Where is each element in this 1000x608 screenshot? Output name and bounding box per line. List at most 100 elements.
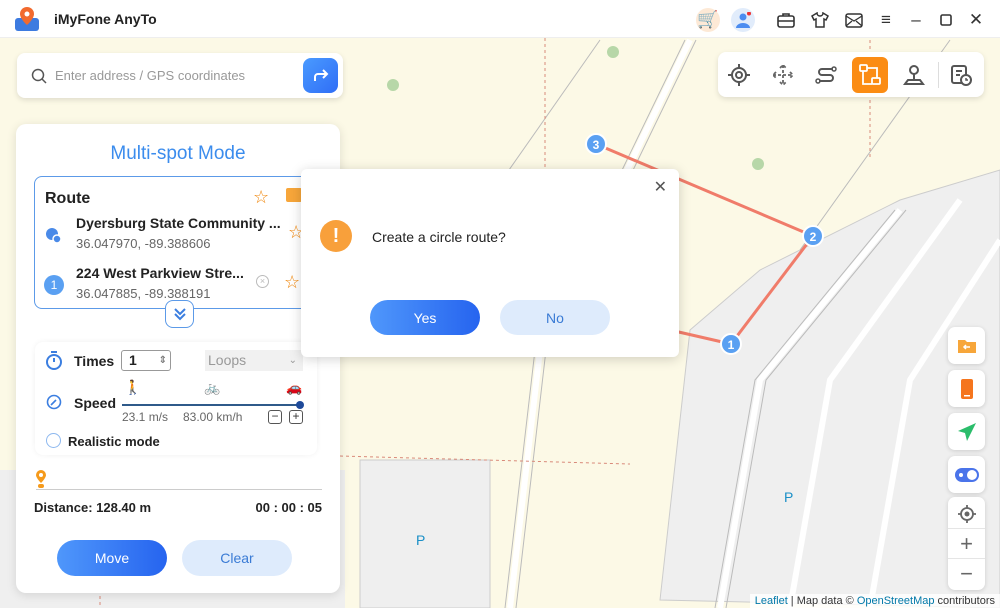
route-marker-2[interactable]: 2 [802, 225, 824, 247]
teleport-mode-button[interactable] [721, 57, 757, 93]
svg-text:3: 3 [593, 138, 600, 152]
speed-decrease-button[interactable]: − [268, 410, 282, 424]
menu-icon[interactable]: ≡ [874, 8, 898, 32]
phone-icon [960, 378, 973, 399]
cart-icon[interactable]: 🛒 [696, 8, 720, 32]
route-point-coords: 36.047970, -89.388606 [76, 236, 211, 251]
route-list: Route ☆ Dyersburg State Community ... 36… [34, 176, 324, 309]
attribution-text: contributors [934, 595, 995, 607]
realistic-mode-label: Realistic mode [68, 434, 160, 449]
route-marker-3[interactable]: 3 [585, 133, 607, 155]
loops-value: Loops [208, 352, 247, 368]
route-point-coords: 36.047885, -89.388191 [76, 286, 211, 301]
maximize-icon[interactable] [934, 8, 958, 32]
import-gpx-button[interactable] [948, 327, 985, 364]
two-spot-mode-button[interactable] [808, 57, 844, 93]
crosshair-icon [728, 64, 750, 86]
osm-link[interactable]: OpenStreetMap [857, 595, 935, 607]
route-progress-bar [36, 489, 322, 490]
speed-slider[interactable] [122, 401, 304, 409]
dialog-message: Create a circle route? [372, 229, 506, 245]
warning-icon: ! [320, 220, 352, 252]
map-zoom-controls: + − [948, 497, 985, 590]
times-label: Times [74, 353, 115, 369]
clear-button[interactable]: Clear [182, 540, 292, 576]
route-point-name: 224 West Parkview Stre... [76, 265, 244, 281]
pin-stand-icon [903, 65, 925, 85]
history-icon [951, 65, 972, 86]
multi-spot-mode-button[interactable] [852, 57, 888, 93]
search-bar [17, 53, 343, 98]
import-folder-icon[interactable] [286, 188, 302, 202]
route-point-name: Dyersburg State Community ... [76, 215, 281, 231]
search-input[interactable] [55, 68, 295, 83]
send-location-button[interactable] [948, 413, 985, 450]
toggle-icon [954, 467, 979, 482]
speed-slider-handle[interactable] [296, 401, 304, 409]
speedometer-icon [46, 394, 62, 410]
route-marker-1[interactable]: 1 [720, 333, 742, 355]
bike-icon: 🚲 [204, 380, 221, 395]
minimize-icon[interactable]: – [904, 8, 928, 32]
multi-spot-icon [859, 64, 881, 85]
circle-route-dialog: ✕ ! Create a circle route? Yes No [301, 169, 679, 357]
zoom-in-button[interactable]: + [948, 528, 985, 559]
mode-toolbar [718, 52, 984, 97]
walk-icon: 🚶 [124, 379, 142, 395]
device-button[interactable] [948, 370, 985, 407]
folder-arrow-icon [957, 339, 976, 353]
joystick-move-button[interactable] [765, 57, 801, 93]
realistic-mode-radio[interactable] [46, 433, 61, 448]
svg-text:2: 2 [810, 230, 817, 244]
search-go-button[interactable] [303, 58, 338, 93]
parking-label: P [784, 489, 794, 505]
close-icon[interactable]: ✕ [964, 8, 988, 32]
move-button[interactable]: Move [57, 540, 167, 576]
route-point-index: 1 [44, 275, 64, 295]
panel-title: Multi-spot Mode [110, 143, 246, 164]
distance: Distance: 128.40 m [34, 500, 152, 515]
multi-spot-panel: Multi-spot Mode Route ☆ Dyersburg State … [16, 124, 340, 593]
locate-icon [957, 504, 976, 523]
zoom-out-button[interactable]: − [948, 558, 985, 589]
no-button[interactable]: No [500, 300, 610, 335]
briefcase-icon[interactable] [774, 8, 798, 32]
yes-button[interactable]: Yes [370, 300, 480, 335]
jump-mode-button[interactable] [896, 57, 932, 93]
speed-ms: 23.1 m/s [122, 410, 169, 424]
speed-label: Speed [74, 395, 117, 411]
speed-increase-button[interactable]: + [289, 410, 303, 424]
expand-route-button[interactable] [165, 300, 194, 328]
leaflet-link[interactable]: Leaflet [755, 595, 788, 607]
parking-label: P [416, 532, 426, 548]
duration: 00 : 00 : 05 [255, 500, 323, 515]
svg-text:1: 1 [728, 338, 735, 352]
paper-plane-icon [957, 422, 976, 441]
double-chevron-down-icon [173, 308, 186, 321]
favorite-star-icon[interactable]: ☆ [284, 272, 300, 293]
progress-pin-icon [36, 470, 46, 488]
search-icon [31, 68, 47, 84]
times-value: 1 [129, 352, 137, 368]
route-icon [815, 66, 837, 84]
car-icon: 🚗 [286, 380, 303, 395]
remove-point-icon[interactable]: × [256, 275, 269, 288]
redirect-arrow-icon [313, 68, 328, 81]
move-arrows-icon [771, 63, 795, 87]
dialog-close-icon[interactable]: ✕ [654, 177, 667, 197]
times-stepper[interactable]: 1 ⇕ [121, 350, 171, 371]
attribution-text: | Map data © [787, 595, 857, 607]
history-button[interactable] [943, 57, 979, 93]
app-title: iMyFone AnyTo [54, 11, 157, 27]
save-route-star-icon[interactable]: ☆ [253, 187, 269, 208]
title-bar: iMyFone AnyTo 🛒 ≡ – ✕ [0, 0, 1000, 38]
app-logo [15, 7, 39, 31]
locate-me-button[interactable] [948, 498, 985, 529]
start-location-icon [46, 228, 62, 244]
mail-icon[interactable] [842, 8, 866, 32]
timer-icon [46, 351, 62, 370]
user-icon[interactable] [731, 8, 755, 32]
loops-select[interactable]: Loops ⌄ [205, 350, 303, 371]
tshirt-icon[interactable] [808, 8, 832, 32]
toggle-favorites-button[interactable] [948, 456, 985, 493]
